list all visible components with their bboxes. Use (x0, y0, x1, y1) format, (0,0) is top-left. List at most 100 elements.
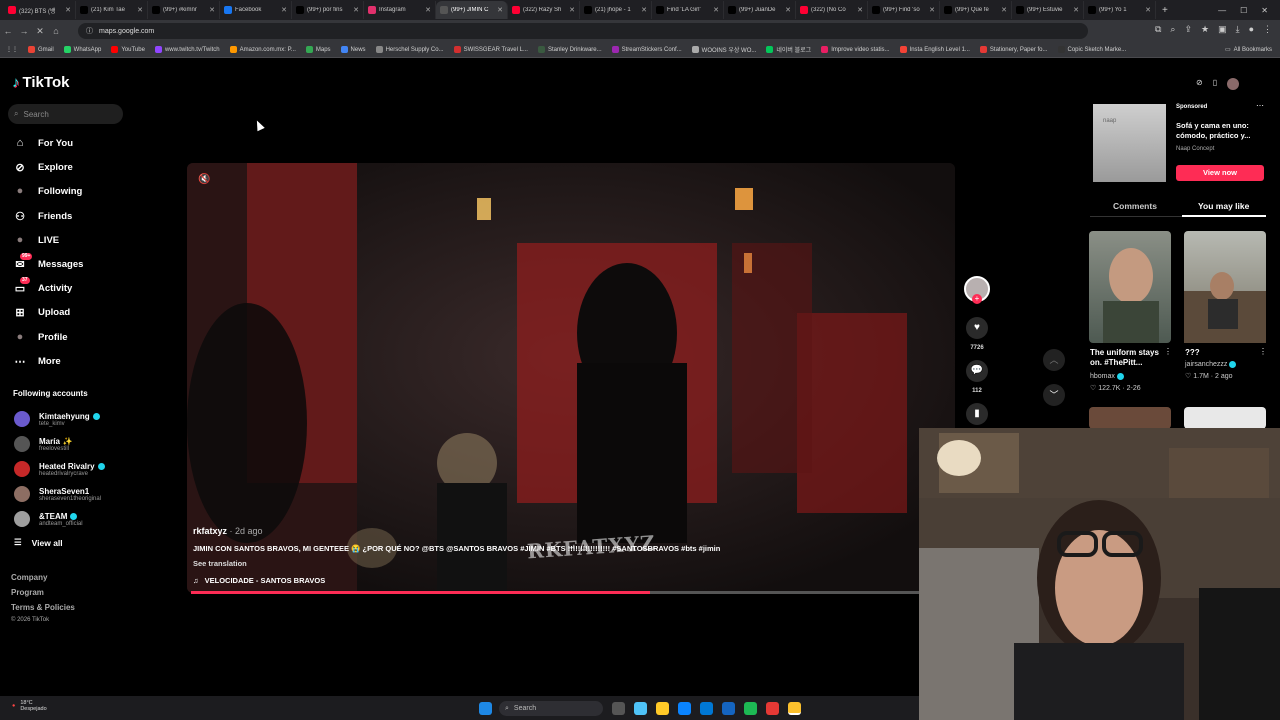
bookmark-icon[interactable]: ▮ (966, 403, 988, 425)
browser-tab[interactable]: (322) (No Co ✕ (796, 1, 868, 19)
bookmark-item[interactable]: StreamStickers Conf... (611, 46, 682, 53)
site-info-icon[interactable]: ⓘ (86, 26, 93, 36)
following-account[interactable]: SheraSeven1 sheraseven1theoriginal (14, 484, 101, 504)
browser-tab[interactable]: (99+) Yo 1 ✕ (1084, 1, 1156, 19)
browser-tab[interactable]: (99+) Estuvie ✕ (1012, 1, 1084, 19)
bookmark-item[interactable]: WhatsApp (63, 46, 101, 53)
address-bar[interactable]: ⓘ maps.google.com (78, 23, 1088, 39)
share-icon[interactable]: ⇪ (1184, 24, 1192, 35)
ad-brand[interactable]: Naap Concept (1176, 146, 1214, 152)
sidebar-item-following[interactable]: ● Following (12, 182, 83, 200)
recommended-video-thumb[interactable] (1089, 407, 1171, 429)
sidebar-item-messages[interactable]: ✉ 99+ Messages (12, 252, 83, 273)
ad-thumbnail[interactable]: naap (1093, 104, 1166, 182)
task-view-icon[interactable] (612, 702, 625, 715)
close-tab-icon[interactable]: ✕ (1145, 6, 1151, 14)
sidebar-item-for-you[interactable]: ⌂ For You (12, 134, 73, 152)
sidebar-item-upload[interactable]: ⊞ Upload (12, 303, 70, 321)
video-music[interactable]: ♫ VELOCIDADE - SANTOS BRAVOS (193, 576, 325, 585)
close-tab-icon[interactable]: ✕ (497, 6, 503, 14)
sidebar-item-explore[interactable]: ⊘ Explore (12, 158, 72, 176)
bookmark-item[interactable]: YouTube (111, 46, 145, 53)
video-author[interactable]: rkfatxyz · 2d ago (193, 526, 263, 536)
edge-icon[interactable] (678, 702, 691, 715)
device-icon[interactable]: ▯ (1213, 78, 1217, 90)
tiktok-logo[interactable]: ♪ TikTok (12, 74, 69, 91)
menu-icon[interactable]: ⋮ (1263, 24, 1272, 35)
card-more-icon[interactable]: ⋮ (1164, 347, 1172, 356)
close-window-icon[interactable]: ✕ (1261, 6, 1268, 15)
browser-tab[interactable]: (322) Raży Sh ✕ (508, 1, 580, 19)
apps-grid-icon[interactable]: ⋮⋮ (6, 46, 18, 53)
close-tab-icon[interactable]: ✕ (641, 6, 647, 14)
bookmark-item[interactable]: SWISSGEAR Travel L... (453, 46, 528, 53)
close-tab-icon[interactable]: ✕ (569, 6, 575, 14)
obs-icon[interactable] (766, 702, 779, 715)
bookmark-item[interactable]: Maps (305, 46, 331, 53)
view-now-button[interactable]: View now (1176, 165, 1264, 181)
all-bookmarks-button[interactable]: ▭ All Bookmarks (1225, 46, 1280, 54)
bookmark-item[interactable]: News (340, 46, 366, 53)
zoom-app-icon[interactable] (722, 702, 735, 715)
new-tab-button[interactable]: + (1156, 5, 1174, 16)
browser-tab[interactable]: (99+) JIMIN C ✕ (436, 1, 508, 19)
follow-plus-icon[interactable]: + (972, 294, 982, 304)
comment-icon[interactable]: 💬 (966, 360, 988, 382)
bookmark-item[interactable]: Copic Sketch Marke... (1057, 46, 1126, 53)
tab-comments[interactable]: Comments (1113, 201, 1157, 211)
recommended-video-thumb[interactable] (1184, 407, 1266, 429)
see-translation-link[interactable]: See translation (193, 559, 247, 568)
bookmark-item[interactable]: Insta English Level 1... (899, 46, 970, 53)
close-tab-icon[interactable]: ✕ (1001, 6, 1007, 14)
bookmark-item[interactable]: Stanley Drinkware... (537, 46, 602, 53)
view-all-link[interactable]: ☰ View all (14, 537, 63, 548)
forward-icon[interactable]: → (16, 26, 32, 36)
browser-tab[interactable]: (99+) Que fe ✕ (940, 1, 1012, 19)
profile-icon[interactable]: ● (1249, 24, 1254, 35)
bookmark-item[interactable]: Gmail (28, 46, 54, 53)
ad-title[interactable]: Sofá y cama en uno: cómodo, práctico y..… (1176, 121, 1270, 141)
coin-icon[interactable]: ⊘ (1196, 78, 1203, 90)
sidebar-item-more[interactable]: ⋯ More (12, 352, 61, 370)
footer-terms[interactable]: Terms & Policies (11, 603, 75, 612)
ad-more-icon[interactable]: ⋯ (1256, 101, 1264, 110)
close-tab-icon[interactable]: ✕ (425, 6, 431, 14)
extension-icon[interactable]: ▣ (1218, 24, 1227, 35)
user-avatar-icon[interactable] (1227, 78, 1240, 90)
bookmark-item[interactable]: Improve video statis... (821, 46, 890, 53)
sidebar-item-friends[interactable]: ⚇ Friends (12, 207, 72, 225)
like-heart-icon[interactable]: ♥ (966, 317, 988, 339)
browser-tab[interactable]: Find 'LA Girl' ✕ (652, 1, 724, 19)
chrome-icon[interactable] (788, 702, 801, 715)
browser-tab[interactable]: (322) BTS (뱅 ✕ (4, 1, 76, 19)
close-tab-icon[interactable]: ✕ (137, 6, 143, 14)
bookmark-item[interactable]: WOOINS 우상 WO... (691, 45, 756, 54)
file-explorer-icon[interactable] (656, 702, 669, 715)
recommended-video-user[interactable]: jairsanchezzz (1185, 361, 1237, 368)
following-account[interactable]: María ✨ freelovestill (14, 434, 73, 454)
windows-start-icon[interactable] (479, 702, 492, 715)
zoom-icon[interactable]: ⌕ (1170, 24, 1175, 35)
sidebar-item-activity[interactable]: ▭ 37 Activity (12, 276, 72, 297)
close-tab-icon[interactable]: ✕ (281, 6, 287, 14)
close-tab-icon[interactable]: ✕ (857, 6, 863, 14)
taskbar-search[interactable]: ⌕ Search (499, 701, 603, 716)
minimize-icon[interactable]: — (1218, 6, 1226, 15)
home-icon[interactable]: ⌂ (48, 26, 64, 36)
store-icon[interactable] (700, 702, 713, 715)
recommended-video-title[interactable]: ??? (1185, 348, 1265, 358)
back-icon[interactable]: ← (0, 26, 16, 36)
bookmark-item[interactable]: Amazon.com.mx: P... (229, 46, 296, 53)
following-account[interactable]: &TEAM andteam_official (14, 509, 83, 529)
browser-tab[interactable]: (99+) #kimnr ✕ (148, 1, 220, 19)
weather-widget[interactable]: ● 18°C Despejado (12, 700, 47, 712)
bookmark-item[interactable]: 네이버 블로그 (766, 45, 811, 54)
search-input[interactable]: ⌕ Search (8, 104, 123, 124)
close-tab-icon[interactable]: ✕ (65, 6, 71, 14)
tab-you-may-like[interactable]: You may like (1198, 201, 1249, 211)
close-tab-icon[interactable]: ✕ (929, 6, 935, 14)
browser-tab[interactable]: Facebook ✕ (220, 1, 292, 19)
recommended-video-thumb[interactable] (1184, 231, 1266, 343)
following-account[interactable]: Kimtaehyung tete_kimv (14, 409, 100, 429)
browser-tab[interactable]: (99+) por fins ✕ (292, 1, 364, 19)
